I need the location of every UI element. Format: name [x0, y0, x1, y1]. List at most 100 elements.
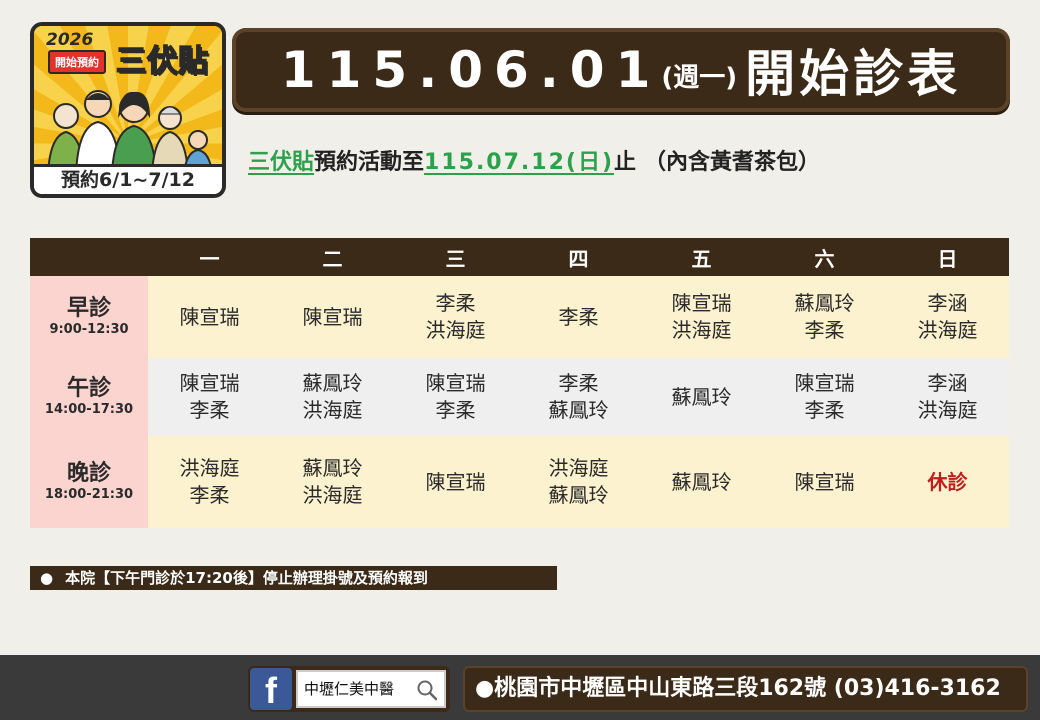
period-time: 14:00-17:30: [44, 402, 134, 417]
doctor-name: 蘇鳳玲: [302, 371, 363, 395]
schedule-cell: 蘇鳳玲: [640, 358, 763, 436]
header-day: 一: [148, 238, 271, 276]
doctor-name: 蘇鳳玲: [671, 384, 732, 409]
doctor-name: 李柔: [804, 318, 845, 342]
facebook-icon[interactable]: f: [250, 668, 292, 711]
schedule-cell: 陳宣瑞: [271, 276, 394, 358]
schedule-header-row: 一 二 三 四 五 六 日: [30, 238, 1009, 276]
subtitle-note: （內含黃耆茶包）: [644, 150, 821, 175]
doctor-name: 李柔: [189, 398, 230, 422]
title-weekday: (週一): [661, 62, 738, 93]
closed-label: 休診: [927, 469, 968, 494]
doctor-name: 陳宣瑞: [302, 304, 363, 329]
header-day: 五: [640, 238, 763, 276]
header-corner: [30, 238, 148, 276]
schedule-cell: 李涵 洪海庭: [886, 358, 1009, 436]
period-name: 晚診: [66, 461, 111, 486]
doctor-name: 李柔: [558, 371, 599, 395]
notice-bar: ● 本院【下午門診於17:20後】停止辦理掛號及預約報到: [30, 566, 557, 590]
schedule-cell: 蘇鳳玲 李柔: [763, 276, 886, 358]
facebook-search-field[interactable]: 中壢仁美中醫: [296, 670, 446, 708]
doctor-name: 陳宣瑞: [794, 469, 855, 494]
schedule-cell: 陳宣瑞 李柔: [148, 358, 271, 436]
doctor-name: 陳宣瑞: [425, 469, 486, 494]
schedule-row-evening: 晚診 18:00-21:30 洪海庭 李柔 蘇鳳玲 洪海庭 陳宣瑞 洪海庭 蘇鳳玲 蘇…: [30, 436, 1009, 528]
schedule-cell: 陳宣瑞: [394, 436, 517, 528]
doctor-name: 蘇鳳玲: [302, 456, 363, 480]
subtitle: 三伏貼預約活動至115.07.12(日)止 （內含黃耆茶包）: [248, 144, 1008, 176]
schedule-cell: 李涵 洪海庭: [886, 276, 1009, 358]
doctor-name: 蘇鳳玲: [548, 398, 609, 422]
period-name: 午診: [66, 376, 111, 401]
schedule-cell: 蘇鳳玲 洪海庭: [271, 436, 394, 528]
period-cell: 晚診 18:00-21:30: [30, 436, 148, 528]
promo-year: 2026: [46, 30, 94, 50]
doctor-name: 李柔: [804, 398, 845, 422]
subtitle-mid: 預約活動至: [314, 150, 425, 175]
title-date: 115.06.01: [280, 41, 662, 99]
schedule-cell: 李柔 蘇鳳玲: [517, 358, 640, 436]
notice-bullet: ●: [40, 569, 54, 587]
schedule-cell: 陳宣瑞: [763, 436, 886, 528]
promo-badge: 2026 開始預約 三伏貼 預約6/1~7/12: [30, 22, 226, 198]
doctor-name: 李涵: [927, 291, 968, 315]
doctor-name: 陳宣瑞: [425, 371, 486, 395]
schedule-cell: 蘇鳳玲 洪海庭: [271, 358, 394, 436]
doctor-name: 蘇鳳玲: [548, 483, 609, 507]
schedule-row-morning: 早診 9:00-12:30 陳宣瑞 陳宣瑞 李柔 洪海庭 李柔 陳宣瑞 洪海庭 蘇鳳…: [30, 276, 1009, 358]
period-cell: 午診 14:00-17:30: [30, 358, 148, 436]
campaign-name: 三伏貼: [248, 150, 315, 175]
promo-tag: 開始預約: [48, 50, 106, 74]
campaign-end-date: 115.07.12(日): [424, 150, 615, 175]
schedule-cell: 陳宣瑞 李柔: [763, 358, 886, 436]
doctor-name: 洪海庭: [302, 483, 363, 507]
schedule-cell: 李柔 洪海庭: [394, 276, 517, 358]
doctor-name: 洪海庭: [917, 318, 978, 342]
header-day: 四: [517, 238, 640, 276]
period-cell: 早診 9:00-12:30: [30, 276, 148, 358]
doctor-name: 陳宣瑞: [179, 304, 240, 329]
doctor-name: 洪海庭: [179, 456, 240, 480]
schedule-cell: 休診: [886, 436, 1009, 528]
period-name: 早診: [66, 296, 111, 321]
promo-footer: 預約6/1~7/12: [34, 164, 222, 194]
promo-title: 三伏貼: [115, 43, 209, 80]
period-time: 9:00-12:30: [49, 322, 129, 337]
doctor-name: 洪海庭: [671, 318, 732, 342]
address-box: ●桃園市中壢區中山東路三段162號 (03)416-3162: [463, 666, 1028, 712]
title-text: 開始診表: [745, 45, 962, 103]
schedule-cell: 陳宣瑞: [148, 276, 271, 358]
schedule-row-afternoon: 午診 14:00-17:30 陳宣瑞 李柔 蘇鳳玲 洪海庭 陳宣瑞 李柔 李柔 蘇鳳玲 …: [30, 358, 1009, 436]
doctor-name: 陳宣瑞: [794, 371, 855, 395]
doctor-name: 洪海庭: [548, 456, 609, 480]
notice-text: 本院【下午門診於17:20後】停止辦理掛號及預約報到: [65, 569, 428, 587]
schedule-cell: 李柔: [517, 276, 640, 358]
schedule-cell: 陳宣瑞 李柔: [394, 358, 517, 436]
doctor-name: 李柔: [558, 304, 599, 329]
subtitle-stop: 止: [614, 150, 637, 175]
header-day: 二: [271, 238, 394, 276]
schedule-cell: 洪海庭 李柔: [148, 436, 271, 528]
doctor-name: 洪海庭: [917, 398, 978, 422]
doctor-name: 李柔: [189, 483, 230, 507]
header-day: 六: [763, 238, 886, 276]
doctor-name: 李柔: [435, 291, 476, 315]
header-day: 日: [886, 238, 1009, 276]
schedule-cell: 蘇鳳玲: [640, 436, 763, 528]
family-illustration: [46, 90, 214, 174]
schedule-table: 一 二 三 四 五 六 日 早診 9:00-12:30 陳宣瑞 陳宣瑞 李柔洪海…: [30, 238, 1009, 528]
facebook-search-text: 中壢仁美中醫: [304, 680, 395, 698]
title-bar: 115.06.01 (週一) 開始診表: [232, 28, 1010, 112]
schedule-cell: 陳宣瑞 洪海庭: [640, 276, 763, 358]
doctor-name: 洪海庭: [425, 318, 486, 342]
search-icon[interactable]: [416, 679, 438, 701]
doctor-name: 蘇鳳玲: [794, 291, 855, 315]
doctor-name: 李柔: [435, 398, 476, 422]
doctor-name: 李涵: [927, 371, 968, 395]
header-day: 三: [394, 238, 517, 276]
schedule-cell: 洪海庭 蘇鳳玲: [517, 436, 640, 528]
doctor-name: 蘇鳳玲: [671, 469, 732, 494]
doctor-name: 洪海庭: [302, 398, 363, 422]
period-time: 18:00-21:30: [44, 487, 134, 502]
doctor-name: 陳宣瑞: [179, 371, 240, 395]
